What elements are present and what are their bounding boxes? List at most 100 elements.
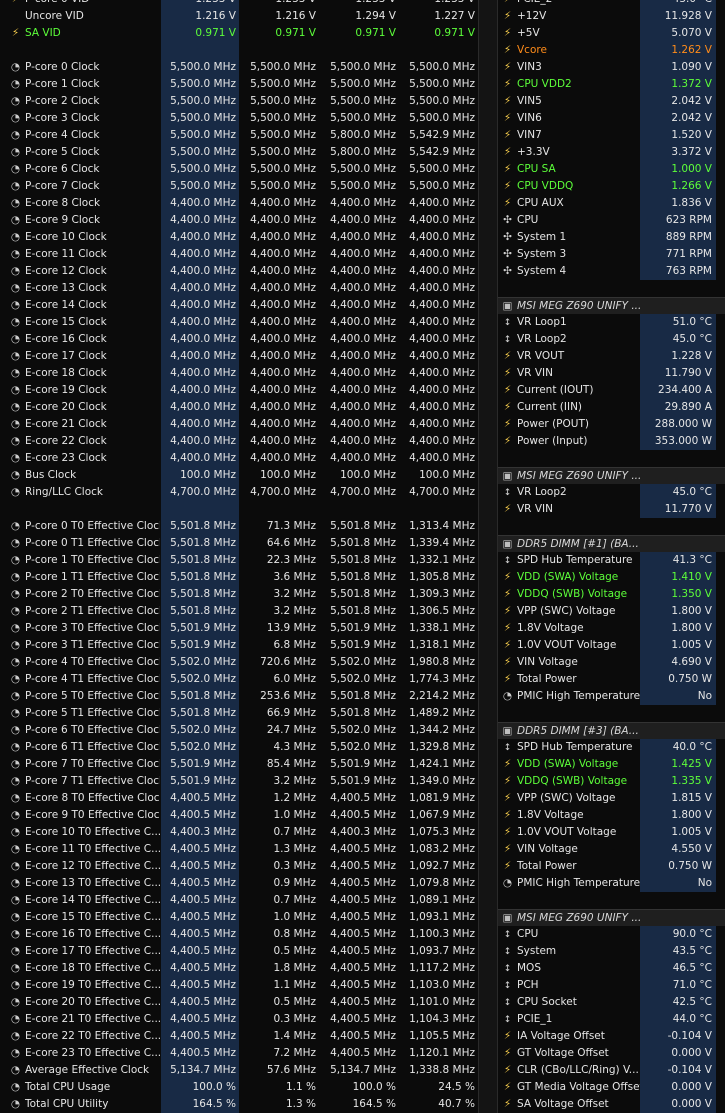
sensor-row[interactable]: ◔ E-core 14 T0 Effective C... 4,400.5 MHz 0… [0, 892, 478, 909]
sensor-row[interactable]: ↕ CPU Socket 42.5 °C [498, 994, 725, 1011]
sensor-row[interactable]: ◔ E-core 21 Clock 4,400.0 MHz 4,400.0 MHz 4,… [0, 416, 478, 433]
sensor-row[interactable]: ⚡ PCIE_2 43.0 °C [498, 0, 725, 8]
sensor-row[interactable]: ◔ E-core 19 T0 Effective C... 4,400.5 MHz 1… [0, 977, 478, 994]
sensor-row[interactable]: ⚡ IA Voltage Offset -0.104 V [498, 1028, 725, 1045]
sensor-row[interactable]: ◔ E-core 12 T0 Effective C... 4,400.5 MHz 0… [0, 858, 478, 875]
sensor-row[interactable]: ⚡ Total Power 0.750 W [498, 671, 725, 688]
sensor-row[interactable]: ◔ P-core 4 Clock 5,500.0 MHz 5,500.0 MHz 5,8… [0, 127, 478, 144]
sensor-row[interactable]: ◔ P-core 2 T0 Effective Clock 5,501.8 MHz 3… [0, 586, 478, 603]
sensor-row[interactable]: ⚡ Vcore 1.262 V [498, 42, 725, 59]
sensor-row[interactable]: ⚡ 1.0V VOUT Voltage 1.005 V [498, 637, 725, 654]
sensor-row[interactable]: ◔ E-core 19 Clock 4,400.0 MHz 4,400.0 MHz 4,… [0, 382, 478, 399]
sensor-row[interactable]: ◔ P-core 2 Clock 5,500.0 MHz 5,500.0 MHz 5,5… [0, 93, 478, 110]
sensor-row[interactable]: ◔ E-core 8 T0 Effective Clock 4,400.5 MHz 1… [0, 790, 478, 807]
sensor-row[interactable]: ⚡ VIN Voltage 4.690 V [498, 654, 725, 671]
sensor-row[interactable]: ◔ P-core 4 T1 Effective Clock 5,502.0 MHz 6… [0, 671, 478, 688]
sensor-row[interactable]: ⚡ VR VIN 11.790 V [498, 365, 725, 382]
sensor-row[interactable]: ◔ Ring/LLC Clock 4,700.0 MHz 4,700.0 MHz 4,7… [0, 484, 478, 501]
sensor-row[interactable]: ⚡ VDDQ (SWB) Voltage 1.350 V [498, 586, 725, 603]
sensor-row[interactable]: ⚡ VIN7 1.520 V [498, 127, 725, 144]
sensor-group-header[interactable]: ▣ DDR5 DIMM [#3] (BA... [498, 722, 725, 739]
sensor-row[interactable]: ◔ E-core 15 T0 Effective C... 4,400.5 MHz 1… [0, 909, 478, 926]
sensor-row[interactable]: ⚡ +5V 5.070 V [498, 25, 725, 42]
sensor-row[interactable]: ◔ E-core 18 T0 Effective C... 4,400.5 MHz 1… [0, 960, 478, 977]
sensor-row[interactable]: ◔ E-core 23 Clock 4,400.0 MHz 4,400.0 MHz 4,… [0, 450, 478, 467]
sensor-row[interactable]: ◔ P-core 5 Clock 5,500.0 MHz 5,500.0 MHz 5,8… [0, 144, 478, 161]
sensor-row[interactable]: ◔ E-core 13 T0 Effective C... 4,400.5 MHz 0… [0, 875, 478, 892]
sensor-row[interactable]: ◔ P-core 7 T0 Effective Clock 5,501.9 MHz 8… [0, 756, 478, 773]
sensor-row[interactable]: ◔ E-core 8 Clock 4,400.0 MHz 4,400.0 MHz 4,4… [0, 195, 478, 212]
sensor-row[interactable]: ↕ MOS 46.5 °C [498, 960, 725, 977]
sensor-row[interactable]: ↕ SPD Hub Temperature 41.3 °C [498, 552, 725, 569]
sensor-row[interactable]: ⚡ 1.8V Voltage 1.800 V [498, 807, 725, 824]
sensor-row[interactable]: ◔ E-core 23 T0 Effective C... 4,400.5 MHz 7… [0, 1045, 478, 1062]
sensor-row[interactable]: ◔ P-core 0 Clock 5,500.0 MHz 5,500.0 MHz 5,5… [0, 59, 478, 76]
sensor-row[interactable]: Uncore VID 1.216 V 1.216 V 1.294 V 1.227 V [0, 8, 478, 25]
sensor-row[interactable]: ⚡ VR VIN 11.770 V [498, 501, 725, 518]
sensor-row[interactable]: ⚡ VIN Voltage 4.550 V [498, 841, 725, 858]
sensor-row[interactable]: ◔ E-core 9 T0 Effective Clock 4,400.5 MHz 1… [0, 807, 478, 824]
sensor-row[interactable]: ◔ Total CPU Utility 164.5 % 1.3 % 164.5 % 40.… [0, 1096, 478, 1113]
sensor-row[interactable]: ⚡ VIN5 2.042 V [498, 93, 725, 110]
sensor-row[interactable]: ⚡ Power (POUT) 288.000 W [498, 416, 725, 433]
sensor-row[interactable]: ✣ CPU 623 RPM [498, 212, 725, 229]
sensor-row[interactable]: ⚡ Power (Input) 353.000 W [498, 433, 725, 450]
sensor-row[interactable]: ◔ E-core 17 T0 Effective C... 4,400.5 MHz 0… [0, 943, 478, 960]
sensor-row[interactable]: ⚡ +12V 11.928 V [498, 8, 725, 25]
sensor-row[interactable]: ◔ E-core 11 Clock 4,400.0 MHz 4,400.0 MHz 4,… [0, 246, 478, 263]
sensor-row[interactable]: ◔ PMIC High Temperature No [498, 688, 725, 705]
sensor-row[interactable]: ⚡ 1.8V Voltage 1.800 V [498, 620, 725, 637]
sensor-row[interactable]: ⚡ CPU SA 1.000 V [498, 161, 725, 178]
sensor-row[interactable]: ↕ SPD Hub Temperature 40.0 °C [498, 739, 725, 756]
sensor-row[interactable]: ⚡ CPU VDDQ 1.266 V [498, 178, 725, 195]
sensor-group-header[interactable]: ▣ MSI MEG Z690 UNIFY ... [498, 297, 725, 314]
sensor-row[interactable]: ⚡ VIN3 1.090 V [498, 59, 725, 76]
sensor-row[interactable]: ◔ Bus Clock 100.0 MHz 100.0 MHz 100.0 MHz 100… [0, 467, 478, 484]
sensor-row[interactable]: ⚡ CPU AUX 1.836 V [498, 195, 725, 212]
sensor-row[interactable]: ◔ E-core 18 Clock 4,400.0 MHz 4,400.0 MHz 4,… [0, 365, 478, 382]
sensor-row[interactable]: ◔ P-core 3 T1 Effective Clock 5,501.9 MHz 6… [0, 637, 478, 654]
sensor-group-header[interactable]: ▣ MSI MEG Z690 UNIFY ... [498, 909, 725, 926]
sensor-row[interactable]: ◔ Average Effective Clock 5,134.7 MHz 57.6 … [0, 1062, 478, 1079]
sensor-row[interactable]: ◔ P-core 7 Clock 5,500.0 MHz 5,500.0 MHz 5,5… [0, 178, 478, 195]
sensor-row[interactable]: ↕ CPU 90.0 °C [498, 926, 725, 943]
sensor-row[interactable]: ◔ E-core 17 Clock 4,400.0 MHz 4,400.0 MHz 4,… [0, 348, 478, 365]
sensor-row[interactable]: ◔ P-core 7 T1 Effective Clock 5,501.9 MHz 3… [0, 773, 478, 790]
sensor-row[interactable]: ◔ P-core 0 T0 Effective Clock 5,501.8 MHz 7… [0, 518, 478, 535]
sensor-row[interactable]: ◔ P-core 5 T1 Effective Clock 5,501.8 MHz 6… [0, 705, 478, 722]
sensor-row[interactable]: ⚡ 1.0V VOUT Voltage 1.005 V [498, 824, 725, 841]
sensor-row[interactable]: ◔ E-core 20 T0 Effective C... 4,400.5 MHz 0… [0, 994, 478, 1011]
sensor-row[interactable]: ↕ VR Loop1 51.0 °C [498, 314, 725, 331]
sensor-row[interactable]: ◔ E-core 11 T0 Effective C... 4,400.5 MHz 1… [0, 841, 478, 858]
sensor-row[interactable]: ◔ P-core 0 T1 Effective Clock 5,501.8 MHz 6… [0, 535, 478, 552]
sensor-row[interactable]: ⚡ GT Media Voltage Offset 0.000 V [498, 1079, 725, 1096]
sensor-row[interactable]: ◔ P-core 6 T0 Effective Clock 5,502.0 MHz 2… [0, 722, 478, 739]
sensor-row[interactable]: ⚡ SA VID 0.971 V 0.971 V 0.971 V 0.971 V [0, 25, 478, 42]
sensor-row[interactable]: ◔ E-core 15 Clock 4,400.0 MHz 4,400.0 MHz 4,… [0, 314, 478, 331]
sensor-row[interactable]: ◔ E-core 21 T0 Effective C... 4,400.5 MHz 0… [0, 1011, 478, 1028]
sensor-row[interactable]: ⚡ VIN6 2.042 V [498, 110, 725, 127]
sensor-row[interactable]: ◔ PMIC High Temperature No [498, 875, 725, 892]
sensor-row[interactable]: ⚡ CLR (CBo/LLC/Ring) V... -0.104 V [498, 1062, 725, 1079]
sensor-row[interactable]: ◔ Total CPU Usage 100.0 % 1.1 % 100.0 % 24.5 … [0, 1079, 478, 1096]
sensor-row[interactable]: ↕ VR Loop2 45.0 °C [498, 331, 725, 348]
sensor-group-header[interactable]: ▣ DDR5 DIMM [#1] (BA... [498, 535, 725, 552]
sensor-row[interactable]: ◔ P-core 1 T1 Effective Clock 5,501.8 MHz 3… [0, 569, 478, 586]
sensor-row[interactable]: ◔ E-core 20 Clock 4,400.0 MHz 4,400.0 MHz 4,… [0, 399, 478, 416]
sensor-row[interactable]: ◔ E-core 22 T0 Effective C... 4,400.5 MHz 1… [0, 1028, 478, 1045]
sensor-row[interactable]: ◔ E-core 22 Clock 4,400.0 MHz 4,400.0 MHz 4,… [0, 433, 478, 450]
sensor-row[interactable]: ◔ P-core 5 T0 Effective Clock 5,501.8 MHz 2… [0, 688, 478, 705]
sensor-row[interactable]: ◔ P-core 3 T0 Effective Clock 5,501.9 MHz 1… [0, 620, 478, 637]
sensor-row[interactable]: ◔ P-core 1 T0 Effective Clock 5,501.8 MHz 2… [0, 552, 478, 569]
sensor-row[interactable]: ◔ E-core 9 Clock 4,400.0 MHz 4,400.0 MHz 4,4… [0, 212, 478, 229]
sensor-row[interactable]: ◔ P-core 3 Clock 5,500.0 MHz 5,500.0 MHz 5,5… [0, 110, 478, 127]
sensor-row[interactable]: ◔ P-core 1 Clock 5,500.0 MHz 5,500.0 MHz 5,5… [0, 76, 478, 93]
sensor-row[interactable]: ◔ P-core 6 T1 Effective Clock 5,502.0 MHz 4… [0, 739, 478, 756]
sensor-row[interactable]: ↕ PCH 71.0 °C [498, 977, 725, 994]
sensor-row[interactable]: ↕ PCIE_1 44.0 °C [498, 1011, 725, 1028]
sensor-row[interactable]: ◔ E-core 16 Clock 4,400.0 MHz 4,400.0 MHz 4,… [0, 331, 478, 348]
sensor-row[interactable]: ⚡ VPP (SWC) Voltage 1.815 V [498, 790, 725, 807]
sensor-row[interactable]: ⚡ SA Voltage Offset 0.000 V [498, 1096, 725, 1113]
sensor-row[interactable]: ↕ VR Loop2 45.0 °C [498, 484, 725, 501]
sensor-row[interactable]: ⚡ Current (IOUT) 234.400 A [498, 382, 725, 399]
